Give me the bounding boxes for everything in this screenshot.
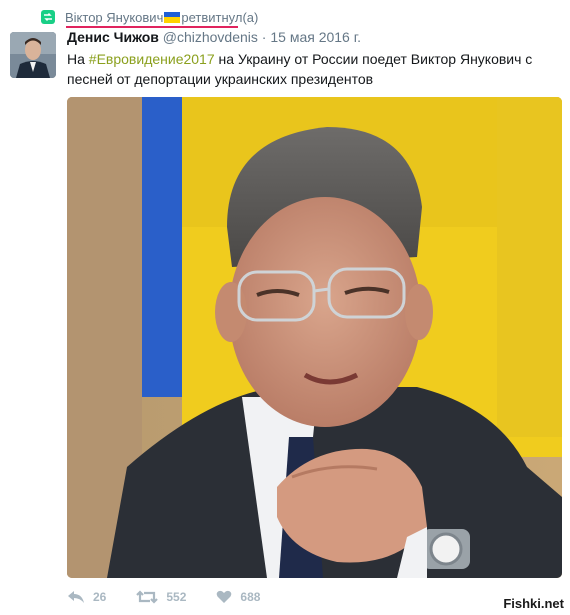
author-handle[interactable]: @chizhovdenis [163,29,258,45]
retweet-icon [41,10,55,24]
retweeter-name[interactable]: Віктор Янукович [65,10,163,25]
retweet-button[interactable]: 552 [136,590,186,604]
retweet-action-label: ретвитнул(а) [181,9,259,25]
tweet-header: Денис Чижов @chizhovdenis · 15 мая 2016 … [67,29,361,45]
avatar[interactable] [10,32,56,78]
retweet-count: 552 [166,590,187,604]
like-button[interactable]: 688 [216,590,260,604]
reply-button[interactable]: 26 [67,590,106,604]
separator: · [261,29,267,45]
retweet-context: Віктор Янукович ретвитнул(а) [41,8,258,26]
tweet-text: На #Евровидение2017 на Украину от России… [67,49,537,89]
watermark: Fishki.net [503,596,564,611]
tweet-date[interactable]: 15 мая 2016 г. [270,29,361,45]
retweet-icon [136,590,166,604]
ukraine-flag-icon [164,11,181,23]
reply-count: 26 [93,590,107,604]
hashtag-link[interactable]: #Евровидение2017 [89,51,215,67]
tweet-actions: 26 552 688 [67,590,278,604]
heart-icon [216,590,240,604]
author-name[interactable]: Денис Чижов [67,29,159,45]
tweet-photo[interactable] [67,97,562,578]
red-underline [66,26,238,28]
reply-icon [67,590,93,604]
like-count: 688 [240,590,261,604]
tweet-text-before: На [67,51,89,67]
